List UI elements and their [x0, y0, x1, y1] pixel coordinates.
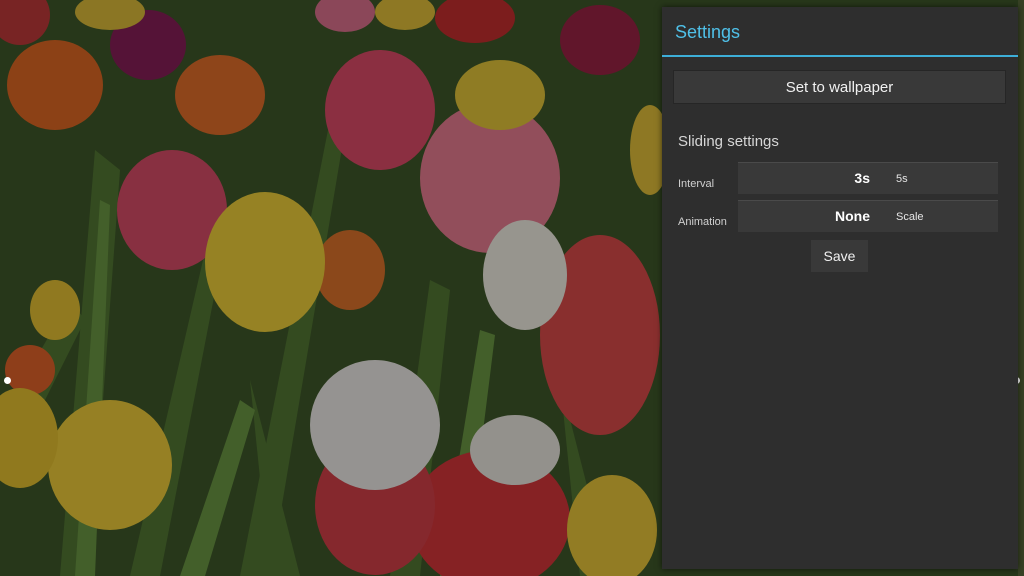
slideshow-stage: Settings Set to wallpaper Sliding settin…: [0, 0, 1024, 576]
interval-selector[interactable]: 3s 5s: [738, 162, 998, 194]
animation-selector[interactable]: None Scale: [738, 200, 998, 232]
settings-panel: Settings Set to wallpaper Sliding settin…: [662, 7, 1018, 569]
previous-slide-dot[interactable]: [4, 377, 11, 384]
set-wallpaper-button[interactable]: Set to wallpaper: [673, 70, 1006, 104]
settings-title: Settings: [675, 22, 741, 42]
animation-current-value: None: [835, 208, 870, 224]
save-button[interactable]: Save: [811, 240, 868, 272]
interval-label: Interval: [678, 178, 715, 190]
interval-next-option[interactable]: 5s: [896, 173, 908, 185]
interval-current-value: 3s: [854, 170, 870, 186]
animation-label: Animation: [678, 216, 727, 228]
settings-header: Settings: [662, 7, 1018, 57]
sliding-settings-heading: Sliding settings: [678, 133, 779, 150]
animation-next-option[interactable]: Scale: [896, 211, 924, 223]
